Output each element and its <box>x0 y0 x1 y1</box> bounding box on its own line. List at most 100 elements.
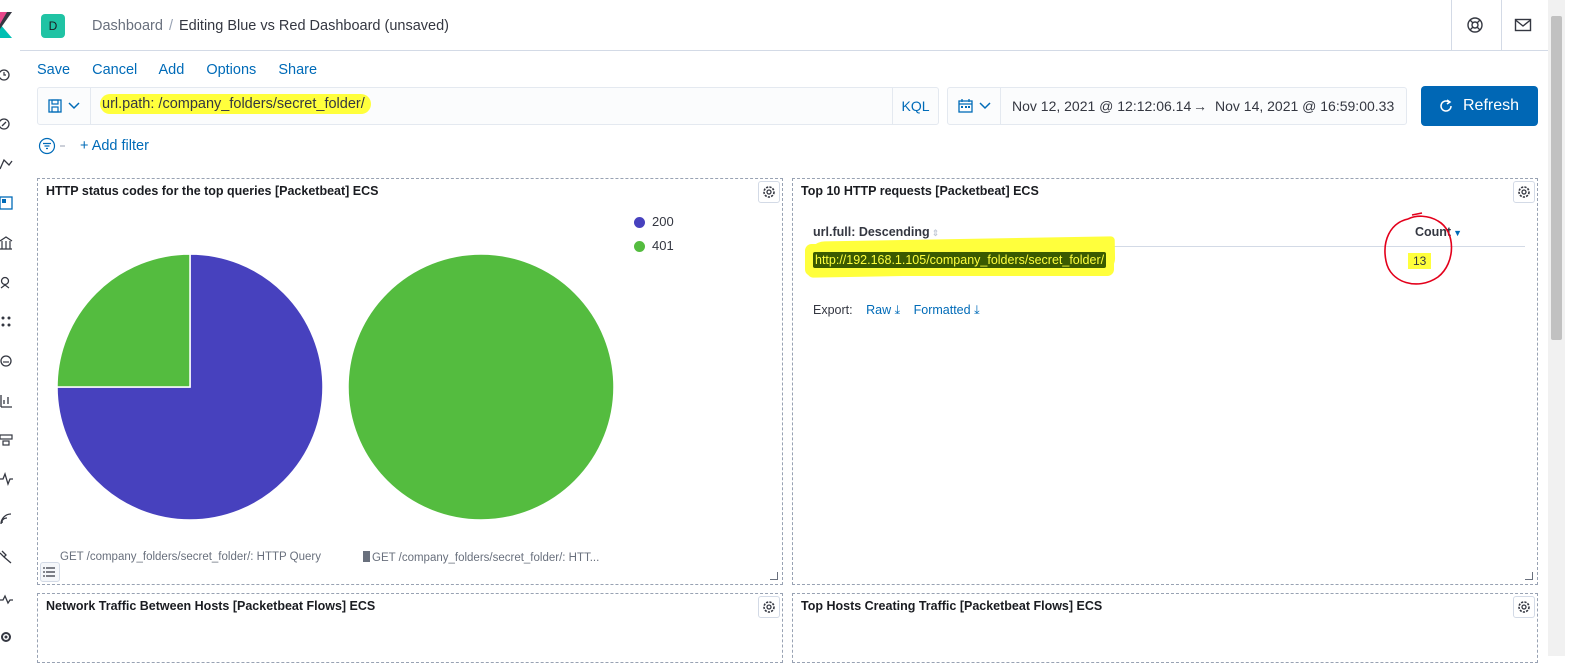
refresh-icon <box>1440 99 1452 112</box>
logs-icon[interactable] <box>0 394 14 408</box>
chevron-down-icon <box>68 102 80 110</box>
legend-label: 200 <box>652 214 674 229</box>
url-cell[interactable]: http://192.168.1.105/company_folders/sec… <box>813 252 1107 268</box>
page-scrollbar[interactable] <box>1548 0 1565 656</box>
gear-icon <box>1518 601 1530 613</box>
apm-icon[interactable] <box>0 433 14 447</box>
uptime-icon[interactable] <box>0 472 14 486</box>
options-button[interactable]: Options <box>206 62 256 78</box>
top-header: D Dashboard / Editing Blue vs Red Dashboar… <box>20 0 1548 51</box>
pie-caption-2-text: GET /company_folders/secret_folder/: HTT… <box>372 552 600 564</box>
chevron-down-icon <box>979 102 991 110</box>
panel-title: Network Traffic Between Hosts [Packetbea… <box>46 599 376 613</box>
metrics-icon[interactable] <box>0 354 14 368</box>
gear-icon <box>1518 186 1530 198</box>
panel-network-traffic: Network Traffic Between Hosts [Packetbea… <box>37 593 783 663</box>
date-end[interactable]: Nov 14, 2021 @ 16:59:00.33 <box>1215 98 1394 114</box>
export-formatted-label: Formatted <box>913 303 971 317</box>
query-bar: url.path: /company_folders/secret_folder… <box>37 87 939 125</box>
pie-caption-1: GET /company_folders/secret_folder/: HTT… <box>60 551 321 563</box>
resize-handle[interactable] <box>1525 572 1533 580</box>
monitoring-icon[interactable] <box>0 592 14 606</box>
export-raw-link[interactable]: Raw ⤓ <box>866 303 900 317</box>
maps-icon[interactable] <box>0 276 14 290</box>
pie-slice-401[interactable] <box>347 253 615 521</box>
gear-icon <box>763 186 775 198</box>
breadcrumb: Dashboard / Editing Blue vs Red Dashboard … <box>92 18 449 34</box>
pie-caption-marker <box>363 551 370 562</box>
nav-rail <box>0 0 20 656</box>
export-raw-label: Raw <box>866 303 892 317</box>
header-divider <box>1451 0 1452 51</box>
clock-icon[interactable] <box>0 68 14 82</box>
download-icon: ⤓ <box>894 303 901 317</box>
download-icon: ⤓ <box>974 303 980 317</box>
share-button[interactable]: Share <box>278 62 317 78</box>
export-row: Export: Raw ⤓ Formatted ⤓ <box>813 303 980 318</box>
refresh-label: Refresh <box>1463 97 1520 114</box>
panel-top-http-requests: Top 10 HTTP requests [Packetbeat] ECS ur… <box>792 178 1538 585</box>
panel-http-status-codes: HTTP status codes for the top queries [P… <box>37 178 783 585</box>
export-label: Export: <box>813 303 853 317</box>
breadcrumb-dashboard[interactable]: Dashboard <box>92 18 163 34</box>
legend-item-200[interactable]: 200 <box>634 213 674 237</box>
legend-item-401[interactable]: 401 <box>634 237 674 261</box>
panel-options-button[interactable] <box>1513 596 1535 618</box>
legend-toggle-button[interactable] <box>40 562 60 582</box>
query-text: url.path: /company_folders/secret_folder… <box>100 94 371 114</box>
resize-handle[interactable] <box>770 572 778 580</box>
add-filter-button[interactable]: + Add filter <box>80 138 149 154</box>
siem-icon[interactable] <box>0 512 14 526</box>
top-nav-menu: Save Cancel Add Options Share <box>37 62 335 78</box>
chart-legend: 200 401 <box>634 213 674 261</box>
scrollbar-thumb[interactable] <box>1551 16 1562 340</box>
ml-icon[interactable] <box>0 315 14 329</box>
legend-dot <box>634 217 645 228</box>
panel-title: Top Hosts Creating Traffic [Packetbeat F… <box>801 599 1103 613</box>
red-circle-annotation <box>1384 212 1453 285</box>
panel-top-hosts: Top Hosts Creating Traffic [Packetbeat F… <box>792 593 1538 663</box>
gear-icon <box>763 601 775 613</box>
column-header-url[interactable]: url.full: Descending ⇕ <box>813 225 939 239</box>
pie-caption-2: GET /company_folders/secret_folder/: HTT… <box>363 551 599 564</box>
table-row[interactable]: http://192.168.1.105/company_folders/sec… <box>813 252 1107 268</box>
refresh-button[interactable]: Refresh <box>1421 86 1538 126</box>
newsfeed-icon[interactable] <box>1514 16 1532 34</box>
header-divider <box>1501 0 1502 51</box>
quick-select-button[interactable] <box>948 88 1001 124</box>
breadcrumb-current: Editing Blue vs Red Dashboard (unsaved) <box>178 18 449 34</box>
date-start[interactable]: Nov 12, 2021 @ 12:12:06.14 <box>1012 98 1191 114</box>
cancel-button[interactable]: Cancel <box>92 62 137 78</box>
calendar-icon <box>958 99 973 113</box>
panel-title: Top 10 HTTP requests [Packetbeat] ECS <box>801 184 1039 198</box>
pie-charts <box>56 253 615 521</box>
saved-query-button[interactable] <box>38 88 91 124</box>
column-header-url-label: url.full: Descending <box>813 225 930 239</box>
add-button[interactable]: Add <box>158 62 184 78</box>
dashboard-icon[interactable] <box>0 196 14 210</box>
pie-slice-401[interactable] <box>56 253 191 388</box>
visualize-icon[interactable] <box>0 157 14 171</box>
filter-options-icon[interactable] <box>38 137 66 155</box>
kibana-logo[interactable] <box>0 12 12 38</box>
legend-dot <box>634 241 645 252</box>
discover-icon[interactable] <box>0 117 14 131</box>
panel-title: HTTP status codes for the top queries [P… <box>46 184 379 198</box>
panel-options-button[interactable] <box>758 596 780 618</box>
help-icon[interactable] <box>1466 16 1484 34</box>
sort-icon: ⇕ <box>931 228 940 238</box>
query-input[interactable]: url.path: /company_folders/secret_folder… <box>100 94 371 118</box>
breadcrumb-separator: / <box>168 18 173 34</box>
kql-toggle-button[interactable]: KQL <box>892 88 938 124</box>
canvas-icon[interactable] <box>0 236 14 250</box>
space-avatar[interactable]: D <box>41 14 65 38</box>
save-button[interactable]: Save <box>37 62 70 78</box>
panel-options-button[interactable] <box>758 181 780 203</box>
devtools-icon[interactable] <box>0 550 14 564</box>
legend-label: 401 <box>652 238 674 253</box>
date-picker: Nov 12, 2021 @ 12:12:06.14 → Nov 14, 202… <box>947 87 1407 125</box>
management-icon[interactable] <box>0 630 14 644</box>
export-formatted-link[interactable]: Formatted ⤓ <box>914 303 980 317</box>
save-icon <box>48 99 62 113</box>
panel-options-button[interactable] <box>1513 181 1535 203</box>
